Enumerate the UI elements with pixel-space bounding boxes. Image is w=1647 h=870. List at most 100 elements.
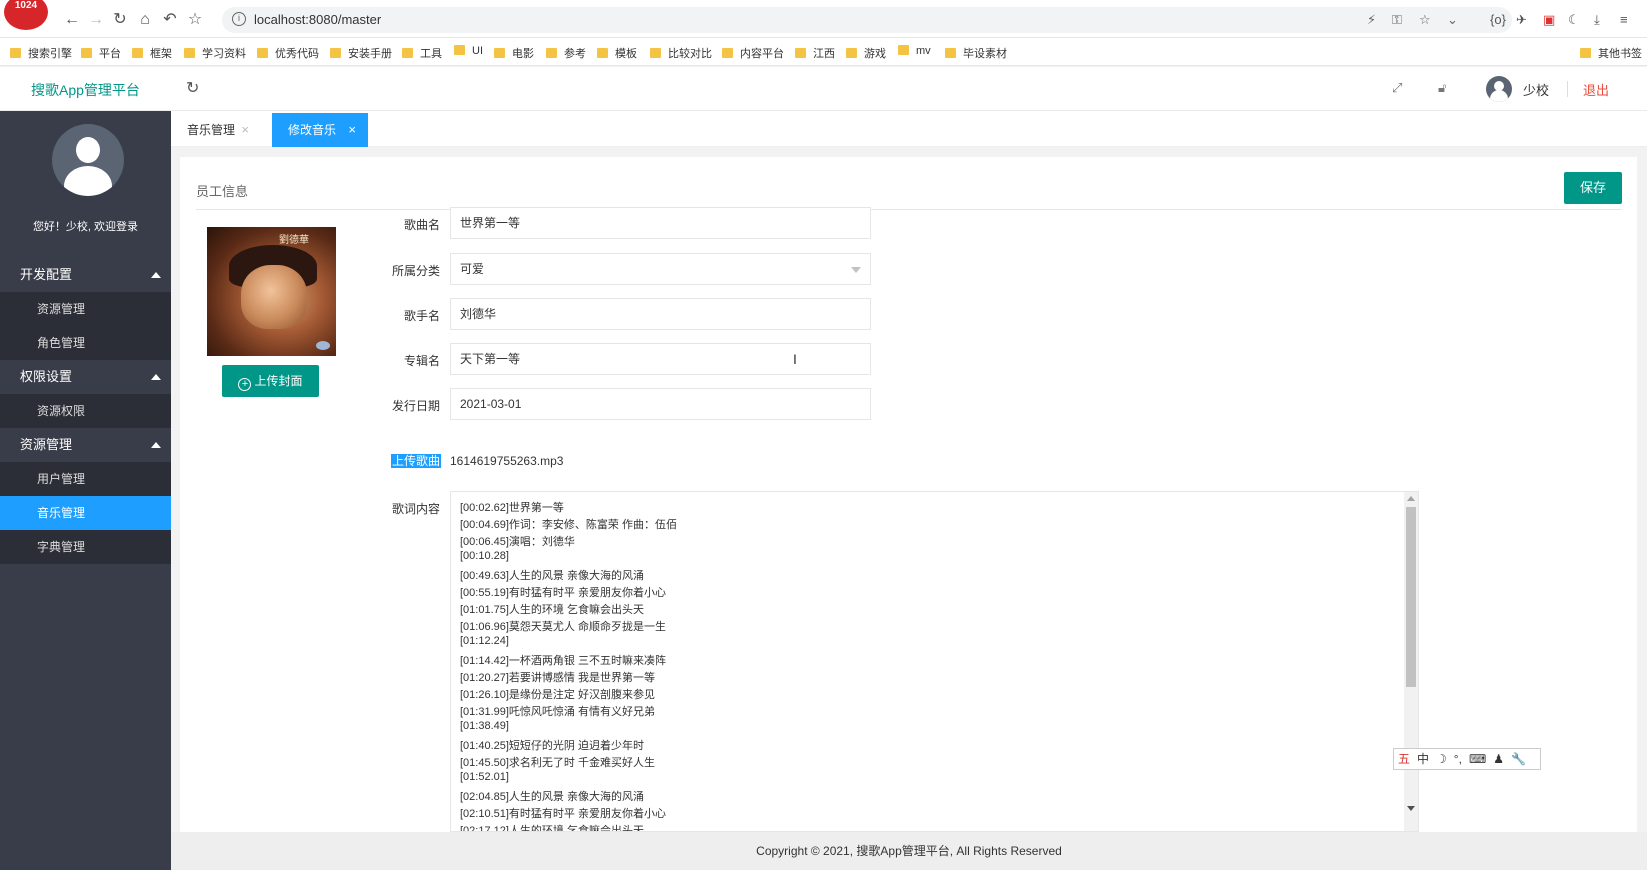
bookmark-item[interactable]: 内容平台 xyxy=(722,45,784,61)
caret-up-icon xyxy=(151,374,161,380)
sidebar-item-resource-manage[interactable]: 资源管理 xyxy=(0,292,171,326)
ime-punctuation-icon[interactable]: °, xyxy=(1454,752,1462,766)
bookmark-item[interactable]: 参考 xyxy=(546,45,586,61)
save-button[interactable]: 保存 xyxy=(1564,172,1622,204)
user-avatar[interactable] xyxy=(1486,76,1512,102)
lyrics-label: 歌词内容 xyxy=(391,502,440,516)
song-name-label: 歌曲名 xyxy=(403,218,440,232)
bookmark-item[interactable]: 平台 xyxy=(81,45,121,61)
lyric-line: [01:52.01] xyxy=(460,771,509,783)
lyric-line: [00:10.28] xyxy=(460,550,509,562)
bookmark-item[interactable]: 搜索引擎 xyxy=(10,45,72,61)
extension-icon[interactable]: {o} xyxy=(1490,12,1506,27)
refresh-icon[interactable]: ↻ xyxy=(186,78,199,98)
ime-settings-icon[interactable]: 🔧 xyxy=(1511,752,1526,766)
fullscreen-icon[interactable]: ⤢ xyxy=(1392,80,1402,96)
song-name-input[interactable]: 世界第一等 xyxy=(450,207,871,239)
ime-keyboard-icon[interactable]: ⌨ xyxy=(1469,752,1486,766)
category-label: 所属分类 xyxy=(391,264,440,278)
bookmark-item[interactable]: 框架 xyxy=(132,45,172,61)
album-input[interactable]: 天下第一等 xyxy=(450,343,871,375)
info-icon[interactable]: i xyxy=(232,12,246,26)
header-divider xyxy=(1567,81,1568,97)
menu-group-resources[interactable]: 资源管理 xyxy=(0,428,171,462)
back-icon[interactable]: ← xyxy=(62,10,82,30)
star-icon[interactable]: ☆ xyxy=(185,10,205,30)
chevron-down-icon[interactable]: ⌄ xyxy=(1447,12,1458,28)
menu-group-permissions[interactable]: 权限设置 xyxy=(0,360,171,394)
lyric-line: [00:49.63]人生的风景 亲像大海的风涌 xyxy=(460,570,644,582)
sidebar-item-user-manage[interactable]: 用户管理 xyxy=(0,462,171,496)
app-title[interactable]: 搜歌App管理平台 xyxy=(31,80,140,100)
singer-label: 歌手名 xyxy=(403,309,440,323)
lyric-line: [02:17.12]人生的环境 乞食嘛会出头天 xyxy=(460,825,644,832)
section-title: 员工信息 xyxy=(196,184,249,199)
lightning-icon[interactable]: ⚡ xyxy=(1367,12,1376,28)
other-bookmarks[interactable]: 其他书签 xyxy=(1580,45,1642,61)
sidebar-item-music-manage[interactable]: 音乐管理 xyxy=(0,496,171,530)
bookmark-star-icon[interactable]: ☆ xyxy=(1419,12,1431,28)
sidebar-item-resource-permission[interactable]: 资源权限 xyxy=(0,394,171,428)
lyric-line: [01:06.96]莫怨天莫尤人 命顺命歹拢是一生 xyxy=(460,621,666,633)
bookmark-item[interactable]: 比较对比 xyxy=(650,45,712,61)
close-icon[interactable]: × xyxy=(241,113,249,147)
bookmark-item[interactable]: 学习资料 xyxy=(184,45,246,61)
moon-icon[interactable]: ☾ xyxy=(1568,12,1580,28)
bookmark-item[interactable]: 毕设素材 xyxy=(945,45,1007,61)
key-icon[interactable]: ⚿ xyxy=(1392,12,1402,28)
scrollbar-thumb[interactable] xyxy=(1406,507,1416,687)
url-text[interactable]: localhost:8080/master xyxy=(254,12,381,27)
ime-logo-icon[interactable]: 五 xyxy=(1398,752,1410,766)
scroll-up-icon[interactable] xyxy=(1407,496,1415,501)
lyrics-scrollbar[interactable] xyxy=(1404,492,1418,831)
upload-cover-button[interactable]: + 上传封面 xyxy=(222,365,319,397)
bookmark-item[interactable]: 游戏 xyxy=(846,45,886,61)
tab-edit-music[interactable]: 修改音乐 × xyxy=(272,113,368,147)
bookmark-item[interactable]: 工具 xyxy=(402,45,442,61)
category-select[interactable]: 可爱 xyxy=(450,253,871,285)
close-icon[interactable]: × xyxy=(348,113,356,147)
bookmark-item[interactable]: 模板 xyxy=(597,45,637,61)
welcome-text: 您好！少校, 欢迎登录 xyxy=(32,221,139,233)
tab-music-manage[interactable]: 音乐管理 × xyxy=(171,113,261,147)
lyric-line: [00:04.69]作词：李安修、陈富荣 作曲：伍佰 xyxy=(460,519,677,531)
scroll-down-icon[interactable] xyxy=(1407,806,1415,811)
singer-input[interactable]: 刘德华 xyxy=(450,298,871,330)
undo-icon[interactable]: ↶ xyxy=(160,10,180,30)
ime-toolbar[interactable]: 五中 ☽ °, ⌨ ♟ 🔧 xyxy=(1393,748,1541,770)
sidebar-item-role-manage[interactable]: 角色管理 xyxy=(0,326,171,360)
reload-icon[interactable]: ↻ xyxy=(110,10,130,30)
ime-chinese-mode-icon[interactable]: 中 xyxy=(1417,752,1429,766)
user-name[interactable]: 少校 xyxy=(1523,80,1549,99)
lyric-line: [02:10.51]有时猛有时平 亲爱朋友你着小心 xyxy=(460,808,666,820)
menu-icon[interactable]: ≡ xyxy=(1620,12,1628,27)
app-header: 搜歌App管理平台 ↻ ⤢ 🔓︎ 少校 退出 xyxy=(0,67,1647,111)
bookmark-item[interactable]: UI xyxy=(454,45,483,57)
tab-label: 修改音乐 xyxy=(288,123,337,137)
download-icon[interactable]: ⤓ xyxy=(1594,12,1600,28)
bookmark-item[interactable]: 江西 xyxy=(795,45,835,61)
address-bar[interactable]: i localhost:8080/master ⚡ ⚿ ☆ ⌄ xyxy=(222,7,1512,33)
ime-halfwidth-icon[interactable]: ☽ xyxy=(1436,752,1447,766)
dropdown-arrow-icon xyxy=(851,267,861,273)
menu-group-dev-config[interactable]: 开发配置 xyxy=(0,258,171,292)
release-date-input[interactable]: 2021-03-01 xyxy=(450,388,871,420)
bookmark-item[interactable]: 优秀代码 xyxy=(257,45,319,61)
sidebar: 您好！少校, 欢迎登录 开发配置 资源管理 角色管理 权限设置 资源权限 资源管… xyxy=(0,111,171,870)
upload-song-button[interactable]: 上传歌曲 xyxy=(391,454,442,468)
bird-icon[interactable]: ✈ xyxy=(1516,12,1527,28)
bookmark-item[interactable]: 电影 xyxy=(494,45,534,61)
bookmark-item[interactable]: mv xyxy=(898,45,931,57)
bookmark-item[interactable]: 安装手册 xyxy=(330,45,392,61)
home-icon[interactable]: ⌂ xyxy=(135,10,155,30)
ime-user-icon[interactable]: ♟ xyxy=(1493,752,1504,766)
pdf-icon[interactable]: ▣ xyxy=(1543,12,1555,28)
sidebar-item-dict-manage[interactable]: 字典管理 xyxy=(0,530,171,564)
logout-link[interactable]: 退出 xyxy=(1583,80,1609,99)
forward-icon[interactable]: → xyxy=(86,10,106,30)
lyrics-textarea[interactable]: [00:02.62]世界第一等 [00:04.69]作词：李安修、陈富荣 作曲：… xyxy=(450,491,1419,832)
tabs-bar: 音乐管理 × 修改音乐 × xyxy=(171,111,1647,147)
caret-up-icon xyxy=(151,272,161,278)
lock-icon[interactable]: 🔓︎ xyxy=(1438,80,1446,96)
lyric-line: [01:26.10]是缘份是注定 好汉剖腹来参见 xyxy=(460,689,655,701)
